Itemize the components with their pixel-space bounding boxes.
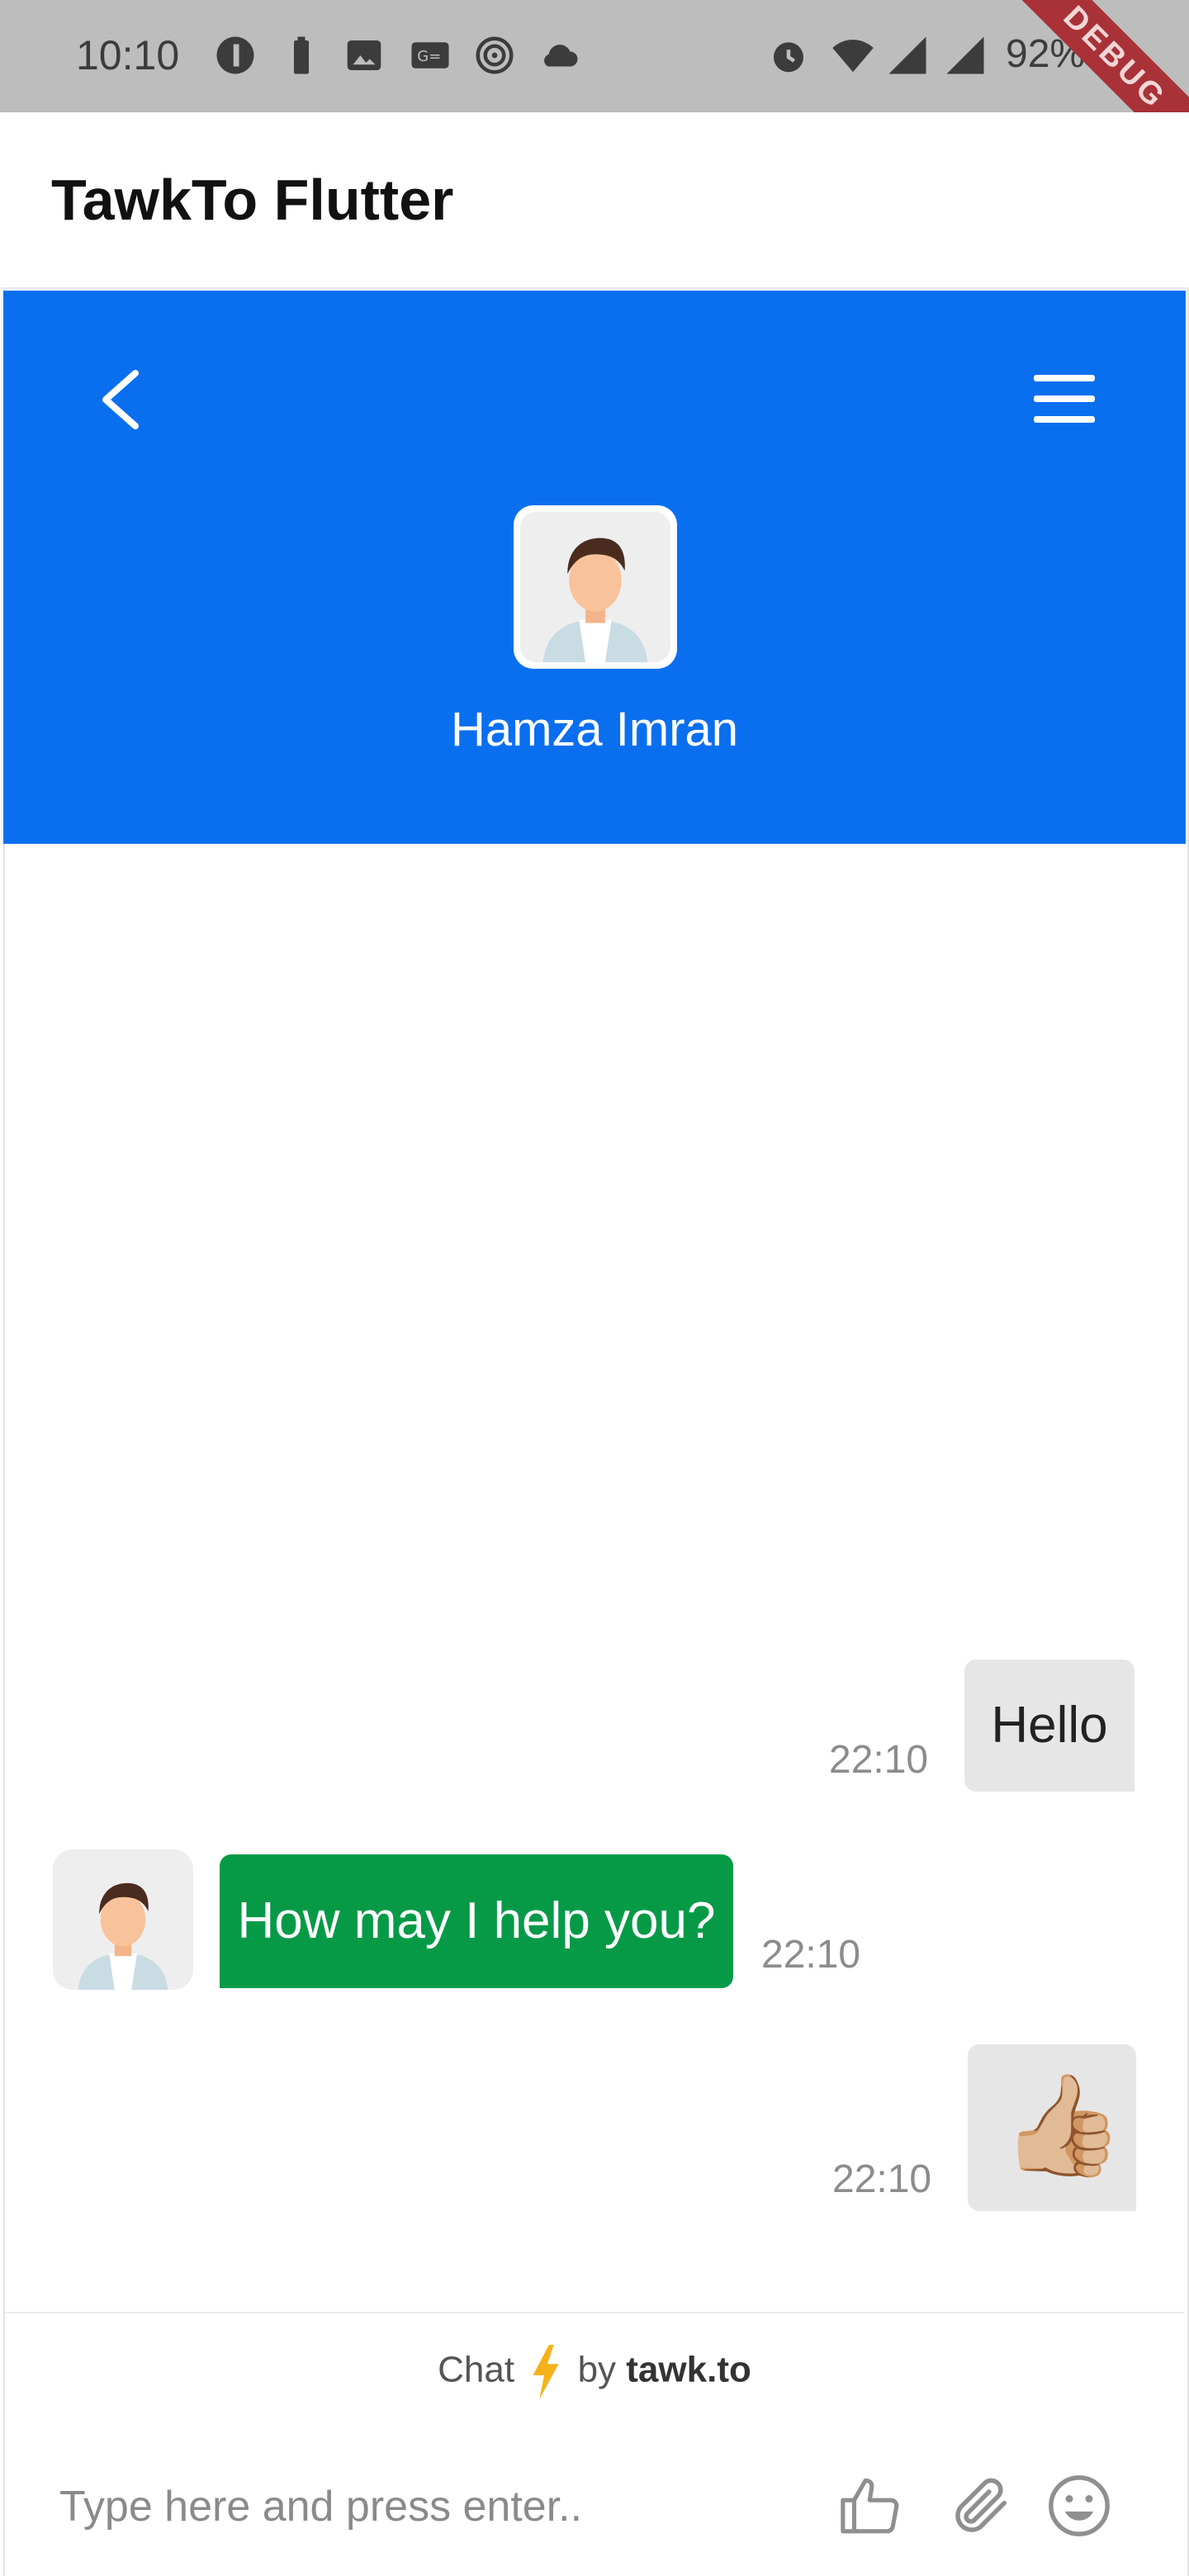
wifi-icon xyxy=(832,40,874,73)
brand-name: tawk.to xyxy=(626,2349,751,2390)
message-text: Hello xyxy=(991,1697,1108,1754)
thumbs-up-emoji: 👍🏼 xyxy=(1001,2070,1125,2181)
battery-icon xyxy=(294,36,309,74)
agent-message-bubble: How may I help you? xyxy=(220,1854,733,1988)
lightning-bolt-icon xyxy=(533,2345,559,2399)
message-time: 22:10 xyxy=(761,1933,861,1977)
powered-prefix: Chat xyxy=(438,2349,515,2390)
signal-icon xyxy=(946,36,984,74)
person-avatar-icon xyxy=(78,1882,168,1990)
svg-text:G=: G= xyxy=(417,48,441,65)
account-icon xyxy=(216,36,254,74)
agent-avatar-small xyxy=(53,1849,193,1990)
app-bar: TawkTo Flutter xyxy=(0,112,1189,287)
message-input[interactable] xyxy=(58,2469,804,2545)
agent-name: Hamza Imran xyxy=(450,703,739,756)
message-time: 22:10 xyxy=(832,2157,932,2201)
chevron-left-icon[interactable] xyxy=(96,367,142,433)
footer-divider xyxy=(5,2312,1184,2313)
thumbs-up-icon[interactable] xyxy=(837,2472,905,2540)
agent-avatar xyxy=(514,505,677,669)
hotspot-icon xyxy=(476,36,514,74)
image-icon xyxy=(347,40,381,70)
paperclip-icon[interactable] xyxy=(948,2472,1016,2540)
signal-icon xyxy=(888,36,926,74)
message-text: How may I help you? xyxy=(237,1892,716,1949)
visitor-message-bubble: Hello xyxy=(964,1660,1135,1792)
alarm-icon xyxy=(774,42,803,73)
emoji-smile-icon[interactable] xyxy=(1045,2472,1113,2540)
status-time: 10:10 xyxy=(76,32,180,78)
news-icon: G= xyxy=(411,42,449,69)
powered-by-word: by xyxy=(577,2349,617,2390)
visitor-emoji-bubble: 👍🏼 xyxy=(968,2044,1136,2211)
person-avatar-icon xyxy=(519,511,671,663)
message-time: 22:10 xyxy=(829,1738,929,1782)
powered-by-label[interactable]: Chat by tawk.to xyxy=(0,2345,1189,2399)
app-title: TawkTo Flutter xyxy=(51,168,454,232)
status-bar: 10:10 G= 92% DEBUG xyxy=(0,0,1189,198)
hamburger-menu-icon[interactable] xyxy=(1034,373,1095,424)
cloud-icon xyxy=(544,45,578,67)
chat-header: Hamza Imran xyxy=(3,291,1186,844)
